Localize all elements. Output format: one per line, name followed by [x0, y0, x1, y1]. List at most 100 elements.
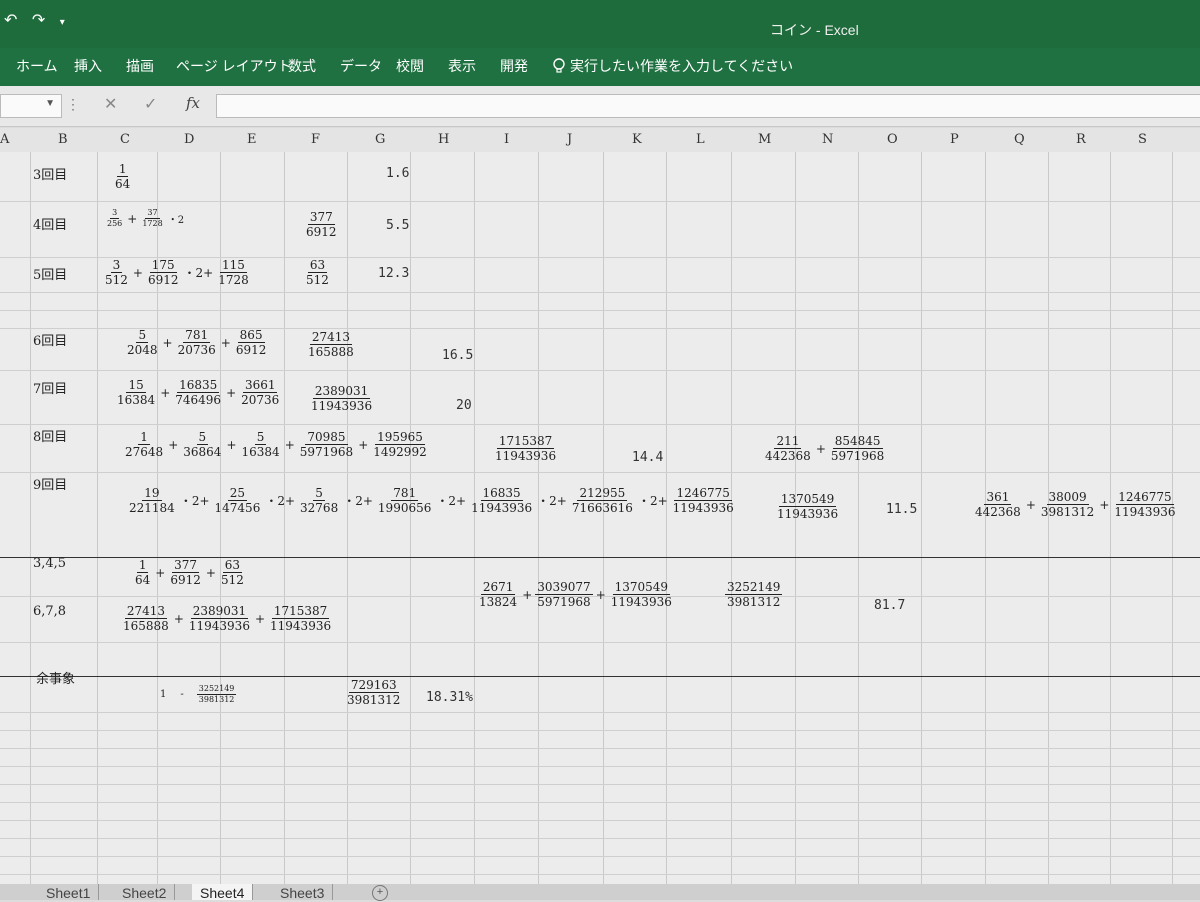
tab-home[interactable]: ホーム: [16, 56, 58, 76]
denominator: 1990656: [377, 501, 432, 515]
name-box[interactable]: ▼: [0, 94, 62, 118]
operator: ・2+: [183, 266, 214, 280]
tell-me-box[interactable]: 実行したい作業を入力してください: [552, 56, 793, 76]
numerator: 15: [126, 378, 146, 393]
gridline: [0, 712, 1200, 713]
column-header-s[interactable]: S: [1138, 132, 1147, 147]
denominator: 6912: [170, 573, 201, 587]
tab-data[interactable]: データ: [340, 56, 382, 76]
denominator: 5971968: [830, 449, 885, 463]
gridline: [0, 201, 1200, 202]
operator: +: [168, 437, 179, 452]
numerator: 1370549: [778, 492, 837, 507]
operator: +: [815, 441, 826, 456]
row-label-5: 5回目: [33, 268, 68, 283]
more-icon: ⋮: [66, 96, 80, 112]
column-header-d[interactable]: D: [184, 132, 194, 147]
value-r8: 14.4: [632, 450, 664, 465]
column-header-p[interactable]: P: [950, 132, 959, 147]
add-sheet-icon[interactable]: +: [372, 885, 388, 901]
sheet-tab-sheet4[interactable]: Sheet4: [192, 884, 254, 901]
row-label-7: 7回目: [33, 382, 68, 397]
gridline: [0, 424, 1200, 425]
undo-icon[interactable]: ↶: [4, 12, 17, 29]
fraction: 16835 11943936: [469, 486, 534, 515]
expr-r9: 19 221184 ・2+ 25 147456 ・2+ 5 32768 ・2+ 781…: [126, 486, 737, 515]
formula-input[interactable]: [216, 94, 1200, 118]
denominator: 71663616: [571, 501, 633, 515]
gridline: [0, 292, 1200, 293]
numerator: 781: [183, 328, 211, 343]
fraction: 175 6912: [146, 258, 181, 287]
sheet-tab-sheet2[interactable]: Sheet2: [114, 884, 176, 901]
expr-sum: 2671 13824 + 3039077 5971968 + 1370549 1194…: [476, 580, 675, 609]
tab-formulas[interactable]: 数式: [288, 56, 316, 76]
numerator: 377: [172, 558, 200, 573]
tab-page-layout[interactable]: ページ レイアウト: [176, 56, 292, 76]
column-header-k[interactable]: K: [632, 132, 642, 147]
column-header-i[interactable]: I: [504, 132, 509, 147]
column-header-m[interactable]: M: [758, 132, 771, 147]
fraction: 3252149 3981312: [196, 684, 237, 705]
cancel-icon[interactable]: ✕: [104, 94, 117, 114]
chevron-down-icon[interactable]: ▼: [45, 98, 55, 109]
column-header-e[interactable]: E: [247, 132, 257, 147]
denominator: 6912: [306, 225, 337, 239]
numerator: 211: [774, 434, 802, 449]
tab-developer[interactable]: 開発: [500, 56, 528, 76]
operator: +: [132, 265, 143, 280]
worksheet-grid[interactable]: 3回目 4回目 5回目 6回目 7回目 8回目 9回目 3,4,5 6,7,8 …: [0, 152, 1200, 884]
numerator: 3252149: [725, 580, 783, 595]
tab-insert[interactable]: 挿入: [74, 56, 102, 76]
column-header-n[interactable]: N: [822, 132, 833, 147]
operator: +: [127, 211, 138, 226]
tab-review[interactable]: 校閲: [396, 56, 424, 76]
gridline: [666, 152, 667, 884]
fraction: 729163 3981312: [345, 678, 402, 707]
fraction: 27413 165888: [306, 330, 356, 359]
operator: ・2+: [265, 494, 296, 508]
denominator: 5971968: [537, 595, 591, 609]
denominator: 1728: [218, 273, 249, 287]
numerator: 1: [138, 430, 150, 445]
redo-icon[interactable]: ↷: [32, 12, 45, 29]
denominator: 27648: [125, 445, 164, 459]
fraction: 15 16384: [115, 378, 157, 407]
tab-draw[interactable]: 描画: [126, 56, 154, 76]
operator: +: [358, 437, 369, 452]
alt-expr-r8: 211 442368 + 854845 5971968: [762, 434, 887, 463]
row-label-complement: 余事象: [36, 672, 76, 687]
result-r6: 27413 165888: [305, 330, 357, 359]
tab-view[interactable]: 表示: [448, 56, 476, 76]
insert-function-icon[interactable]: fx: [186, 94, 200, 112]
numerator: 27413: [124, 604, 167, 619]
operator: ・2+: [343, 494, 373, 508]
fraction: 25 147456: [213, 486, 263, 515]
fraction: 3 256: [105, 208, 124, 229]
numerator: 5: [196, 430, 209, 445]
column-header-j[interactable]: J: [567, 132, 572, 147]
customize-qat-icon[interactable]: ▾: [60, 17, 65, 28]
column-header-q[interactable]: Q: [1014, 132, 1025, 147]
enter-icon[interactable]: ✓: [144, 94, 157, 114]
operator: +: [226, 385, 237, 400]
column-header-h[interactable]: H: [438, 132, 449, 147]
value-r9: 11.5: [886, 502, 918, 517]
gridline: [284, 152, 285, 884]
fraction: 1 64: [133, 558, 152, 587]
sheet-tab-sheet1[interactable]: Sheet1: [38, 884, 100, 901]
column-header-o[interactable]: O: [887, 132, 898, 147]
column-header-l[interactable]: L: [696, 132, 705, 147]
numerator: 63: [307, 258, 328, 273]
denominator: 11943936: [471, 501, 533, 515]
column-header-c[interactable]: C: [120, 132, 130, 147]
column-header-r[interactable]: R: [1076, 132, 1086, 147]
operator: +: [1099, 497, 1110, 512]
gridline: [0, 838, 1200, 839]
column-header-a[interactable]: A: [0, 132, 9, 147]
column-header-b[interactable]: B: [58, 132, 68, 147]
column-header-g[interactable]: G: [375, 132, 385, 147]
column-header-f[interactable]: F: [311, 132, 320, 147]
expr-r8: 1 27648 + 5 36864 + 5 16384 + 70985 5971968 …: [122, 430, 430, 459]
sheet-tab-sheet3[interactable]: Sheet3: [272, 884, 334, 901]
